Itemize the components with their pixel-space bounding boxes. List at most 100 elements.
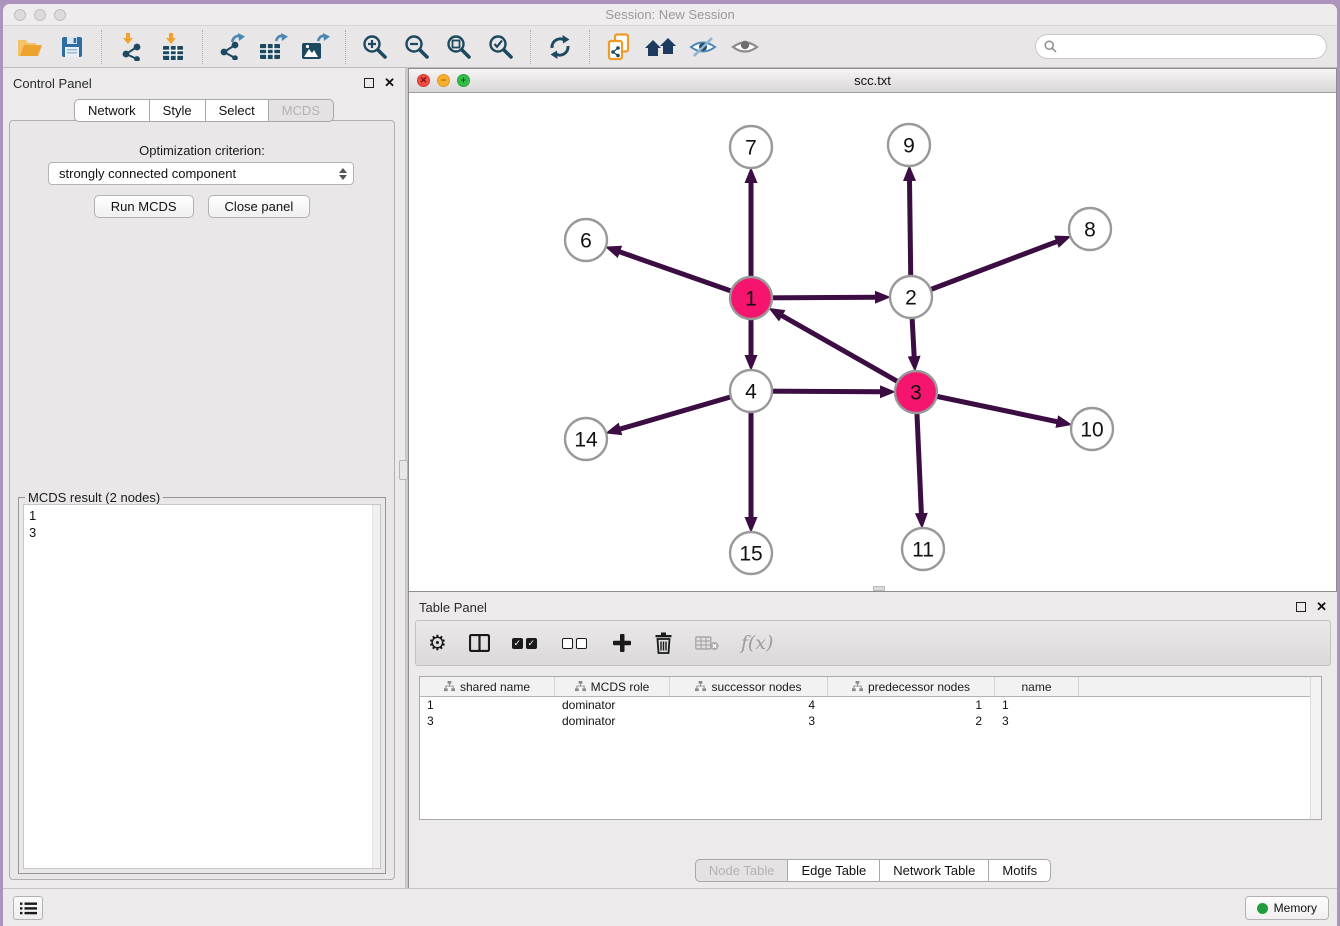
export-network-button[interactable] [214,29,250,65]
import-network-button[interactable] [113,29,149,65]
select-all-columns-button[interactable]: ✓✓ [512,638,540,649]
function-builder-button[interactable]: f(x) [741,632,774,654]
tab-network[interactable]: Network [74,99,150,122]
svg-text:11: 11 [912,539,934,562]
close-table-panel-icon[interactable]: ✕ [1316,602,1327,612]
graph-node-11[interactable]: 11 [902,528,944,570]
export-image-button[interactable] [298,29,334,65]
close-panel-button[interactable]: Close panel [208,195,311,218]
panel-divider-handle[interactable] [399,460,408,480]
graph-node-4[interactable]: 4 [730,370,772,412]
export-network-icon [219,33,246,60]
deselect-all-columns-button[interactable] [562,638,590,649]
zoom-in-button[interactable] [357,29,393,65]
mcds-result-box: MCDS result (2 nodes) 1 3 [18,497,386,874]
tab-motifs[interactable]: Motifs [989,859,1051,882]
graph-node-1[interactable]: 1 [730,277,772,319]
graph-node-9[interactable]: 9 [888,124,930,166]
export-table-icon [259,33,289,60]
search-input[interactable] [1062,40,1318,54]
clone-network-button[interactable] [601,29,637,65]
memory-label: Memory [1274,901,1317,915]
svg-text:2: 2 [905,287,917,310]
network-title: scc.txt [409,69,1336,93]
tab-mcds[interactable]: MCDS [269,99,334,122]
graph-edge-2-8[interactable] [911,241,1057,297]
zoom-window-button[interactable] [54,9,66,21]
graph-node-10[interactable]: 10 [1071,408,1113,450]
float-panel-icon[interactable] [364,78,374,88]
network-window: ✕ − + scc.txt 7 9 6 8 1 [408,68,1337,592]
network-canvas[interactable]: 7 9 6 8 1 2 4 3 14 [409,93,1336,591]
add-column-button[interactable] [612,633,632,653]
column-header-mcds-role[interactable]: MCDS role [555,677,670,696]
graph-node-15[interactable]: 15 [730,532,772,574]
zoom-fit-button[interactable] [441,29,477,65]
open-session-button[interactable] [12,29,48,65]
memory-button[interactable]: Memory [1245,896,1329,920]
graph-node-6[interactable]: 6 [565,219,607,261]
float-table-panel-icon[interactable] [1296,602,1306,612]
table-panel-header: Table Panel ✕ [409,592,1337,622]
optimization-criterion-label: Optimization criterion: [10,143,394,158]
tab-edge-table[interactable]: Edge Table [788,859,880,882]
search-field[interactable] [1035,34,1327,59]
delete-column-button[interactable] [654,632,673,654]
dropdown-stepper-icon [339,168,347,180]
cell-predecessor-nodes: 2 [828,714,995,728]
tab-network-table[interactable]: Network Table [880,859,989,882]
tab-style[interactable]: Style [150,99,206,122]
graph-node-3[interactable]: 3 [895,371,937,413]
canvas-resize-handle[interactable] [873,586,885,591]
tab-select[interactable]: Select [206,99,269,122]
table-row[interactable]: 3 dominator 3 2 3 [420,713,1321,729]
zoom-selected-button[interactable] [483,29,519,65]
hide-selected-button[interactable] [685,29,721,65]
mcds-result-text[interactable]: 1 3 [23,504,381,869]
criterion-value: strongly connected component [59,166,236,181]
close-panel-icon[interactable]: ✕ [384,78,395,88]
mcds-result-line: 1 [29,507,375,524]
graph-node-7[interactable]: 7 [730,126,772,168]
first-neighbors-button[interactable] [643,29,679,65]
delete-table-button[interactable] [695,636,719,651]
graph-node-2[interactable]: 2 [890,276,932,318]
svg-text:14: 14 [574,429,598,452]
cell-successor-nodes: 4 [670,698,828,712]
task-history-button[interactable] [13,896,43,920]
content-area: Control Panel ✕ Network Style Select MCD… [3,68,1337,888]
network-graph[interactable]: 7 9 6 8 1 2 4 3 14 [409,93,1336,592]
table-row[interactable]: 1 dominator 4 1 1 [420,697,1321,713]
column-header-name[interactable]: name [995,677,1079,696]
close-network-button[interactable]: ✕ [417,74,430,87]
table-settings-button[interactable]: ⚙ [428,633,447,654]
control-panel-title: Control Panel [13,76,92,91]
column-header-predecessor-nodes[interactable]: predecessor nodes [828,677,995,696]
graph-edge-3-1[interactable] [781,315,916,392]
zoom-out-button[interactable] [399,29,435,65]
column-header-shared-name[interactable]: shared name [420,677,555,696]
minimize-network-button[interactable]: − [437,74,450,87]
run-mcds-button[interactable]: Run MCDS [94,195,194,218]
toolbar-separator [101,30,102,64]
table-panel: Table Panel ✕ ⚙ ✓✓ [408,592,1337,888]
criterion-dropdown[interactable]: strongly connected component [48,162,354,185]
graph-node-8[interactable]: 8 [1069,208,1111,250]
tab-node-table[interactable]: Node Table [695,859,789,882]
table-scrollbar[interactable] [1310,677,1321,819]
zoom-network-button[interactable]: + [457,74,470,87]
save-session-button[interactable] [54,29,90,65]
graph-node-14[interactable]: 14 [565,418,607,460]
mcds-panel-body: Optimization criterion: strongly connect… [9,120,395,880]
import-table-button[interactable] [155,29,191,65]
result-scrollbar[interactable] [372,505,380,868]
minimize-window-button[interactable] [34,9,46,21]
plus-icon [612,633,632,653]
export-table-button[interactable] [256,29,292,65]
split-view-button[interactable] [469,634,490,652]
close-window-button[interactable] [14,9,26,21]
show-hidden-button[interactable] [727,29,763,65]
column-header-successor-nodes[interactable]: successor nodes [670,677,828,696]
titlebar: Session: New Session [3,4,1337,26]
apply-layout-button[interactable] [542,29,578,65]
